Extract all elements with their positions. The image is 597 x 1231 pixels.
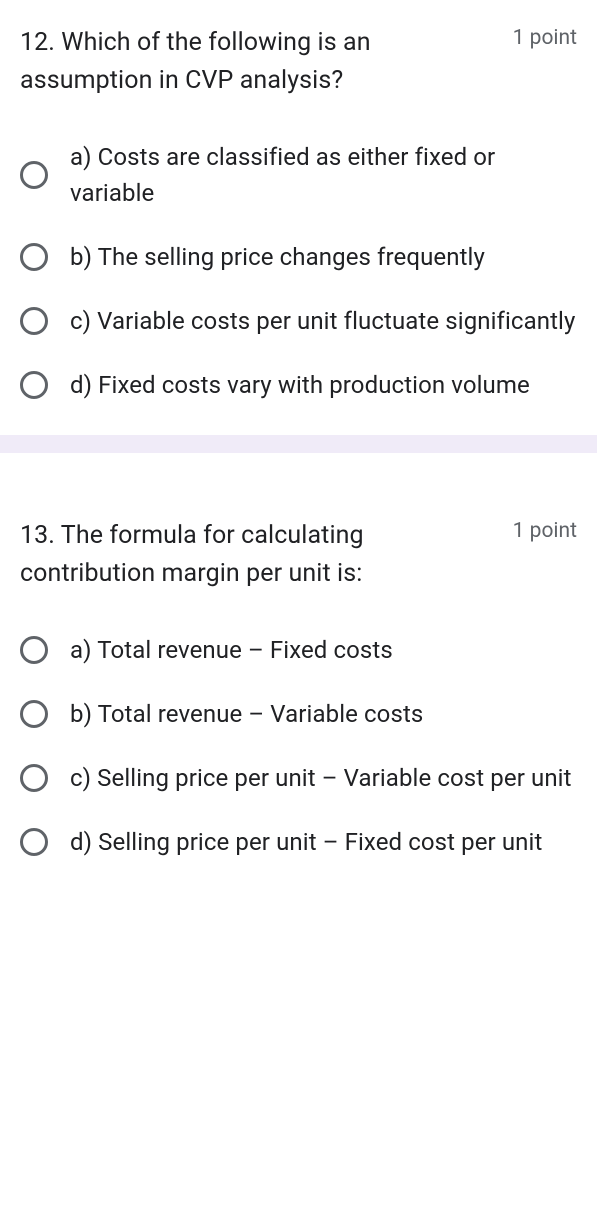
spacer	[0, 453, 597, 493]
radio-icon	[20, 161, 48, 189]
question-card-12: 12. Which of the following is an assumpt…	[0, 0, 597, 435]
question-header: 13. The formula for calculating contribu…	[20, 517, 577, 592]
question-points: 1 point	[513, 24, 577, 50]
radio-icon	[20, 371, 48, 399]
option-c[interactable]: c) Selling price per unit – Variable cos…	[20, 760, 577, 796]
option-b[interactable]: b) Total revenue – Variable costs	[20, 696, 577, 732]
radio-icon	[20, 636, 48, 664]
option-d[interactable]: d) Selling price per unit – Fixed cost p…	[20, 824, 577, 860]
option-label: d) Selling price per unit – Fixed cost p…	[70, 824, 542, 860]
question-header: 12. Which of the following is an assumpt…	[20, 24, 577, 99]
radio-icon	[20, 243, 48, 271]
radio-icon	[20, 307, 48, 335]
section-divider	[0, 435, 597, 453]
question-text: 12. Which of the following is an assumpt…	[20, 24, 513, 99]
option-d[interactable]: d) Fixed costs vary with production volu…	[20, 367, 577, 403]
option-label: b) Total revenue – Variable costs	[70, 696, 423, 732]
option-a[interactable]: a) Total revenue – Fixed costs	[20, 632, 577, 668]
option-label: c) Variable costs per unit fluctuate sig…	[70, 303, 575, 339]
option-label: a) Costs are classified as either fixed …	[70, 139, 577, 211]
options-group: a) Costs are classified as either fixed …	[20, 139, 577, 403]
radio-icon	[20, 764, 48, 792]
option-label: c) Selling price per unit – Variable cos…	[70, 760, 572, 796]
radio-icon	[20, 828, 48, 856]
options-group: a) Total revenue – Fixed costs b) Total …	[20, 632, 577, 860]
question-card-13: 13. The formula for calculating contribu…	[0, 493, 597, 892]
radio-icon	[20, 700, 48, 728]
option-label: b) The selling price changes frequently	[70, 239, 485, 275]
question-points: 1 point	[513, 517, 577, 543]
option-a[interactable]: a) Costs are classified as either fixed …	[20, 139, 577, 211]
option-label: a) Total revenue – Fixed costs	[70, 632, 393, 668]
option-c[interactable]: c) Variable costs per unit fluctuate sig…	[20, 303, 577, 339]
option-label: d) Fixed costs vary with production volu…	[70, 367, 530, 403]
option-b[interactable]: b) The selling price changes frequently	[20, 239, 577, 275]
question-text: 13. The formula for calculating contribu…	[20, 517, 513, 592]
